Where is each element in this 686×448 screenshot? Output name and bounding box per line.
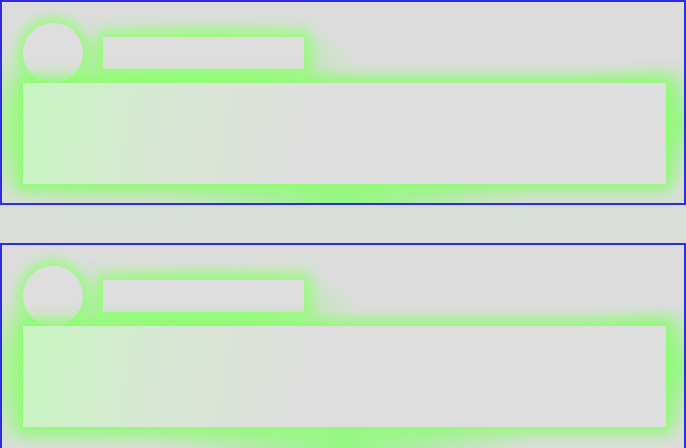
- avatar-placeholder-icon: [23, 266, 83, 326]
- skeleton-card: [0, 0, 686, 205]
- avatar-placeholder-icon: [23, 23, 83, 83]
- content-placeholder: [23, 326, 666, 427]
- skeleton-card: [0, 243, 686, 448]
- content-placeholder: [23, 83, 666, 184]
- title-placeholder: [103, 37, 304, 69]
- title-placeholder: [103, 280, 304, 312]
